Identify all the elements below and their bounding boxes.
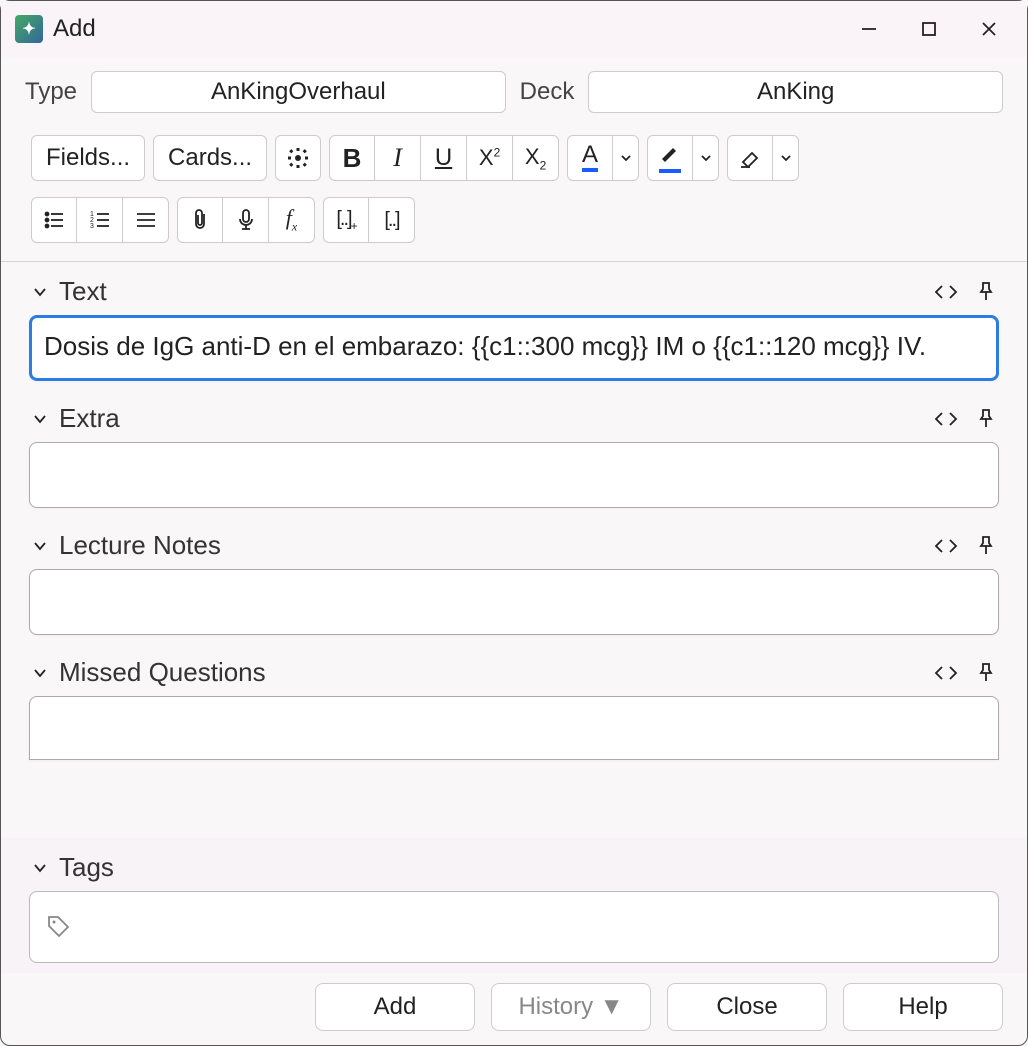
field-block: Extra <box>29 399 999 508</box>
history-button[interactable]: History ▼ <box>491 983 651 1031</box>
fields-area: Text Dosis de IgG anti-D en el embarazo:… <box>1 262 1027 838</box>
field-name: Text <box>59 276 107 307</box>
fields-button[interactable]: Fields... <box>31 135 145 181</box>
tags-section: Tags <box>1 838 1027 973</box>
subscript-button[interactable]: X2 <box>513 135 559 181</box>
svg-text:3: 3 <box>90 223 94 230</box>
pin-button[interactable] <box>973 406 999 432</box>
media-group: fx <box>177 197 315 243</box>
deck-selector[interactable]: AnKing <box>588 71 1003 113</box>
minimize-button[interactable] <box>839 4 899 54</box>
close-window-button[interactable] <box>959 4 1019 54</box>
field-input[interactable] <box>29 696 999 760</box>
pin-button[interactable] <box>973 279 999 305</box>
type-value: AnKingOverhaul <box>211 78 386 106</box>
toggle-html-button[interactable] <box>933 533 959 559</box>
highlight-dropdown[interactable] <box>693 135 719 181</box>
field-block: Missed Questions <box>29 653 999 760</box>
bullet-list-button[interactable] <box>31 197 77 243</box>
highlight-button[interactable] <box>647 135 693 181</box>
numbered-list-button[interactable]: 123 <box>77 197 123 243</box>
field-input[interactable] <box>29 569 999 635</box>
cloze-new-button[interactable]: [..]+ <box>323 197 369 243</box>
maximize-button[interactable] <box>899 4 959 54</box>
eraser-dropdown[interactable] <box>773 135 799 181</box>
pin-button[interactable] <box>973 660 999 686</box>
italic-button[interactable]: I <box>375 135 421 181</box>
window-controls <box>839 4 1019 54</box>
app-icon: ✦ <box>15 15 43 43</box>
bottom-bar: Add History ▼ Close Help <box>1 973 1027 1045</box>
help-button[interactable]: Help <box>843 983 1003 1031</box>
tags-label: Tags <box>59 852 114 883</box>
options-button[interactable] <box>275 135 321 181</box>
editor-toolbar: Fields... Cards... B I U X2 X2 A 123 <box>1 121 1027 262</box>
tag-icon <box>46 914 72 940</box>
tags-input[interactable] <box>29 891 999 963</box>
type-label: Type <box>25 78 77 106</box>
microphone-button[interactable] <box>223 197 269 243</box>
field-input[interactable]: Dosis de IgG anti-D en el embarazo: {{c1… <box>29 315 999 381</box>
list-group: 123 <box>31 197 169 243</box>
field-block: Lecture Notes <box>29 526 999 635</box>
text-color-dropdown[interactable] <box>613 135 639 181</box>
field-collapse-toggle[interactable] <box>29 281 51 303</box>
tags-collapse-toggle[interactable] <box>29 857 51 879</box>
field-input[interactable] <box>29 442 999 508</box>
deck-label: Deck <box>520 78 575 106</box>
eraser-button[interactable] <box>727 135 773 181</box>
highlight-group <box>647 135 719 181</box>
field-name: Lecture Notes <box>59 530 221 561</box>
underline-button[interactable]: U <box>421 135 467 181</box>
equation-button[interactable]: fx <box>269 197 315 243</box>
eraser-group <box>727 135 799 181</box>
close-button[interactable]: Close <box>667 983 827 1031</box>
field-collapse-toggle[interactable] <box>29 535 51 557</box>
field-name: Missed Questions <box>59 657 266 688</box>
alignment-button[interactable] <box>123 197 169 243</box>
field-collapse-toggle[interactable] <box>29 408 51 430</box>
cards-button[interactable]: Cards... <box>153 135 267 181</box>
toggle-html-button[interactable] <box>933 279 959 305</box>
text-color-button[interactable]: A <box>567 135 613 181</box>
bold-button[interactable]: B <box>329 135 375 181</box>
type-deck-row: Type AnKingOverhaul Deck AnKing <box>1 57 1027 121</box>
deck-value: AnKing <box>757 78 834 106</box>
cloze-group: [..]+ [..] <box>323 197 415 243</box>
pin-button[interactable] <box>973 533 999 559</box>
type-selector[interactable]: AnKingOverhaul <box>91 71 506 113</box>
toggle-html-button[interactable] <box>933 406 959 432</box>
titlebar: ✦ Add <box>1 1 1027 57</box>
superscript-button[interactable]: X2 <box>467 135 513 181</box>
field-collapse-toggle[interactable] <box>29 662 51 684</box>
window-title: Add <box>53 15 96 43</box>
textcolor-group: A <box>567 135 639 181</box>
field-block: Text Dosis de IgG anti-D en el embarazo:… <box>29 272 999 381</box>
format-group: B I U X2 X2 <box>329 135 559 181</box>
cloze-same-button[interactable]: [..] <box>369 197 415 243</box>
toggle-html-button[interactable] <box>933 660 959 686</box>
attachment-button[interactable] <box>177 197 223 243</box>
add-button[interactable]: Add <box>315 983 475 1031</box>
field-name: Extra <box>59 403 120 434</box>
